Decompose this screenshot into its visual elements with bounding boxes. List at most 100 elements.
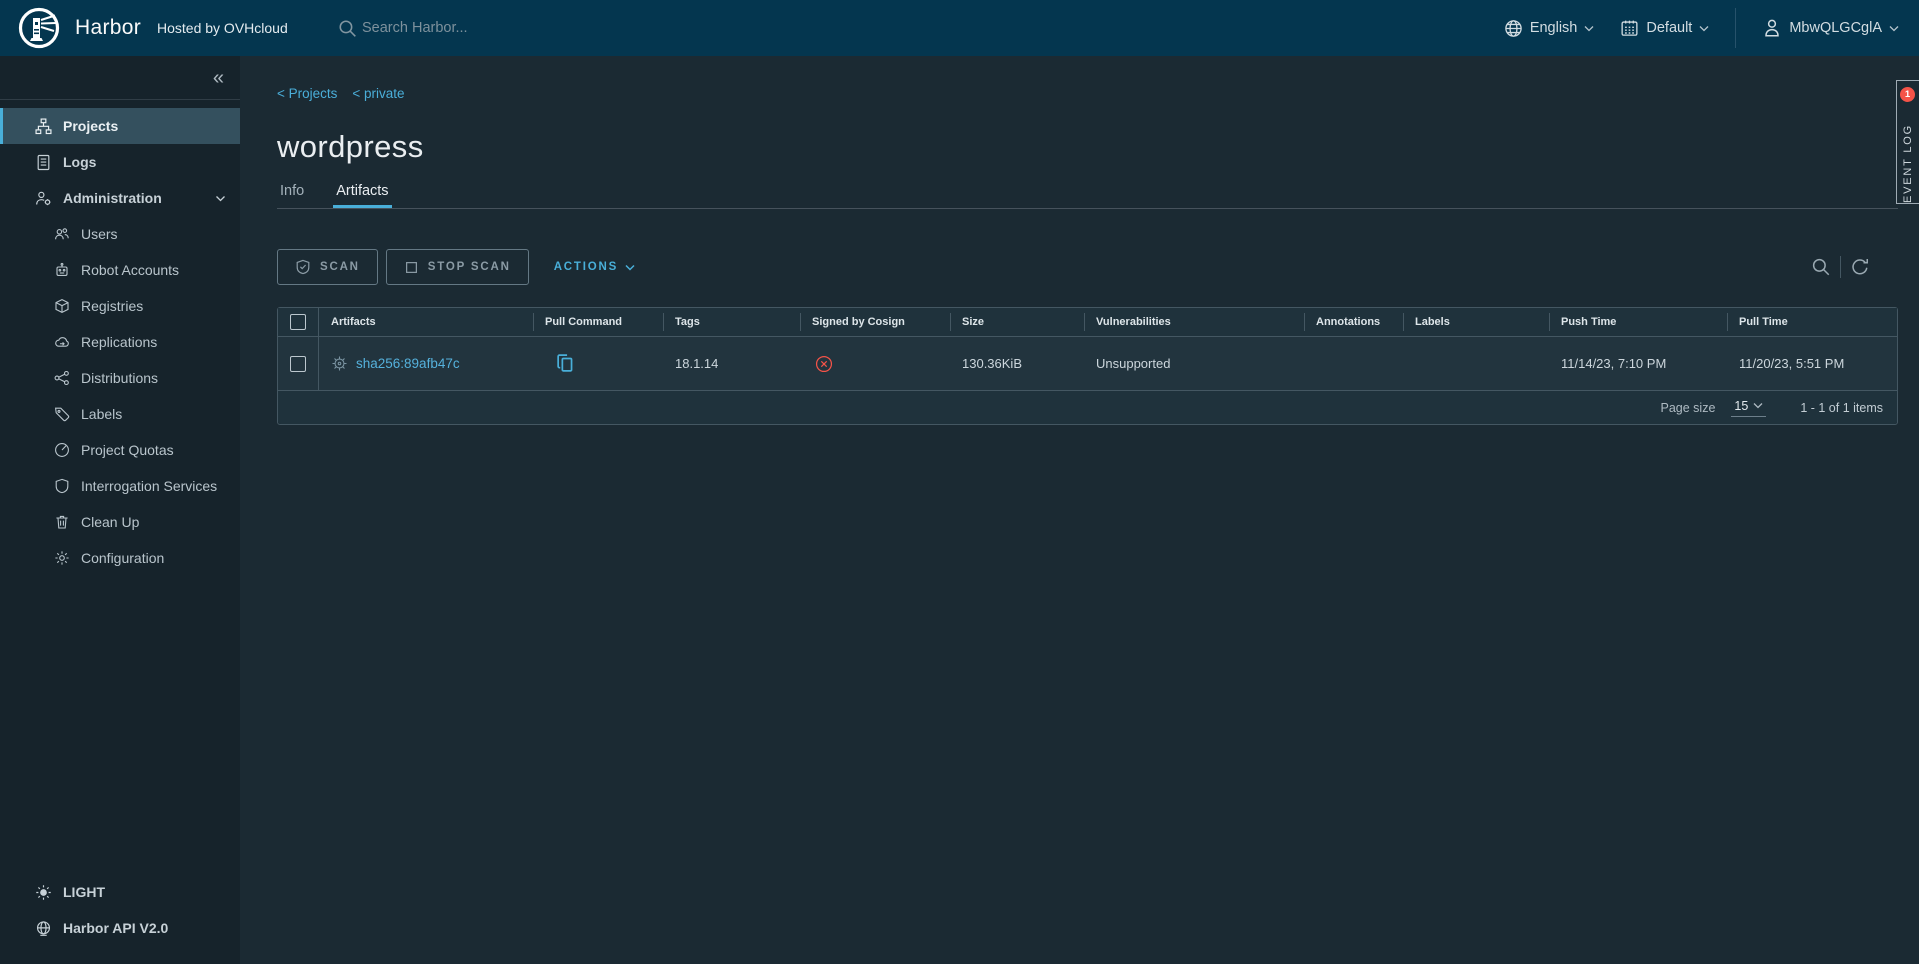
shield-icon: [54, 478, 70, 494]
signed-by-cosign-cell: [800, 337, 950, 390]
sidebar-item-configuration[interactable]: Configuration: [0, 540, 240, 576]
users-icon: [54, 226, 70, 242]
labels-cell: [1403, 337, 1549, 390]
language-selector[interactable]: English: [1504, 19, 1595, 38]
robot-icon: [54, 262, 70, 278]
column-header-push-time[interactable]: Push Time: [1549, 308, 1727, 336]
breadcrumb-private[interactable]: < private: [352, 86, 404, 101]
sidebar-item-label: Replications: [81, 334, 157, 350]
toolbar-divider: [1840, 256, 1841, 278]
sidebar-item-label: Distributions: [81, 370, 158, 386]
select-all-checkbox[interactable]: [290, 314, 306, 330]
tab-info[interactable]: Info: [277, 183, 307, 208]
theme-toggle-light[interactable]: LIGHT: [0, 874, 240, 910]
sidebar-item-interrogation-services[interactable]: Interrogation Services: [0, 468, 240, 504]
row-select-cell: [278, 337, 319, 390]
sidebar-item-project-quotas[interactable]: Project Quotas: [0, 432, 240, 468]
column-header-tags[interactable]: Tags: [663, 308, 800, 336]
scan-button-label: SCAN: [320, 261, 360, 273]
sidebar: « Projects Logs: [0, 56, 240, 964]
header-divider: [1735, 8, 1736, 48]
sidebar-item-label: Logs: [63, 154, 96, 170]
tab-artifacts[interactable]: Artifacts: [333, 183, 391, 208]
app-header: Harbor Hosted by OVHcloud English: [0, 0, 1919, 56]
page-size-select[interactable]: 15: [1731, 399, 1766, 417]
sidebar-item-registries[interactable]: Registries: [0, 288, 240, 324]
column-header-signed-by-cosign[interactable]: Signed by Cosign: [800, 308, 950, 336]
gear-icon: [54, 550, 70, 566]
sidebar-item-replications[interactable]: Replications: [0, 324, 240, 360]
lighthouse-icon: [17, 6, 61, 50]
breadcrumb: < Projects < private: [277, 86, 1898, 101]
sidebar-item-label: Harbor API V2.0: [63, 920, 168, 936]
admin-user-gear-icon: [35, 190, 52, 207]
column-header-vulnerabilities[interactable]: Vulnerabilities: [1084, 308, 1304, 336]
copy-icon[interactable]: [555, 353, 576, 374]
sidebar-item-distributions[interactable]: Distributions: [0, 360, 240, 396]
artifact-digest-link[interactable]: sha256:89afb47c: [356, 356, 460, 371]
artifacts-toolbar: SCAN STOP SCAN ACTIONS: [277, 249, 1898, 285]
row-checkbox[interactable]: [290, 356, 306, 372]
harbor-logo[interactable]: [17, 6, 61, 50]
refresh-icon: [1850, 257, 1870, 277]
refresh-button[interactable]: [1850, 257, 1870, 277]
chevron-down-icon: [1584, 25, 1594, 32]
global-search: [338, 0, 662, 56]
error-circle-x-icon: [815, 355, 833, 373]
column-header-pull-command[interactable]: Pull Command: [533, 308, 663, 336]
sidebar-item-label: Administration: [63, 190, 162, 206]
sidebar-item-clean-up[interactable]: Clean Up: [0, 504, 240, 540]
page-size-value: 15: [1734, 399, 1748, 413]
language-label: English: [1530, 20, 1578, 36]
sidebar-item-logs[interactable]: Logs: [0, 144, 240, 180]
datagrid-search-button[interactable]: [1811, 257, 1831, 277]
globe-icon: [1504, 19, 1523, 38]
share-icon: [54, 370, 70, 386]
column-header-annotations[interactable]: Annotations: [1304, 308, 1403, 336]
collapse-sidebar-icon[interactable]: «: [213, 68, 224, 88]
sidebar-item-labels[interactable]: Labels: [0, 396, 240, 432]
table-header-row: Artifacts Pull Command Tags Signed by Co…: [278, 308, 1897, 337]
sidebar-item-label: Users: [81, 226, 118, 242]
datagrid-tools: [1811, 256, 1870, 278]
sidebar-collapse-row: «: [0, 56, 240, 100]
scan-button[interactable]: SCAN: [277, 249, 378, 285]
user-menu[interactable]: MbwQLGCglA: [1762, 18, 1899, 38]
search-icon: [1811, 257, 1831, 277]
user-icon: [1762, 18, 1782, 38]
column-header-pull-time[interactable]: Pull Time: [1727, 308, 1897, 336]
chevron-down-icon: [1699, 25, 1709, 32]
gauge-icon: [54, 442, 70, 458]
sidebar-item-label: Configuration: [81, 550, 164, 566]
sidebar-footer: LIGHT Harbor API V2.0: [0, 874, 240, 946]
column-header-labels[interactable]: Labels: [1403, 308, 1549, 336]
actions-dropdown-button[interactable]: ACTIONS: [554, 261, 635, 273]
breadcrumb-projects[interactable]: < Projects: [277, 86, 337, 101]
chevron-down-icon: [1753, 402, 1763, 409]
sidebar-item-harbor-api[interactable]: Harbor API V2.0: [0, 910, 240, 946]
search-icon: [338, 19, 357, 38]
event-log-tab[interactable]: 1 EVENT LOG: [1896, 80, 1919, 204]
search-input[interactable]: [362, 20, 662, 36]
column-header-size[interactable]: Size: [950, 308, 1084, 336]
sidebar-item-users[interactable]: Users: [0, 216, 240, 252]
brand-title[interactable]: Harbor: [75, 16, 141, 40]
actions-button-label: ACTIONS: [554, 261, 618, 273]
brand-subtitle: Hosted by OVHcloud: [157, 20, 288, 36]
sidebar-item-label: Interrogation Services: [81, 478, 217, 494]
sidebar-item-administration[interactable]: Administration: [0, 180, 240, 216]
sidebar-item-label: Project Quotas: [81, 442, 174, 458]
sidebar-item-label: Clean Up: [81, 514, 139, 530]
theme-selector[interactable]: Default: [1620, 19, 1709, 38]
sidebar-item-label: Labels: [81, 406, 122, 422]
stop-scan-button[interactable]: STOP SCAN: [386, 249, 529, 285]
sidebar-item-projects[interactable]: Projects: [0, 108, 240, 144]
trash-icon: [54, 514, 70, 530]
artifacts-table: Artifacts Pull Command Tags Signed by Co…: [277, 307, 1898, 425]
cube-icon: [54, 298, 70, 314]
sidebar-item-robot-accounts[interactable]: Robot Accounts: [0, 252, 240, 288]
column-header-artifacts[interactable]: Artifacts: [319, 308, 533, 336]
tag-icon: [54, 406, 70, 422]
page-size-label: Page size: [1661, 401, 1716, 415]
sidebar-item-label: Registries: [81, 298, 143, 314]
